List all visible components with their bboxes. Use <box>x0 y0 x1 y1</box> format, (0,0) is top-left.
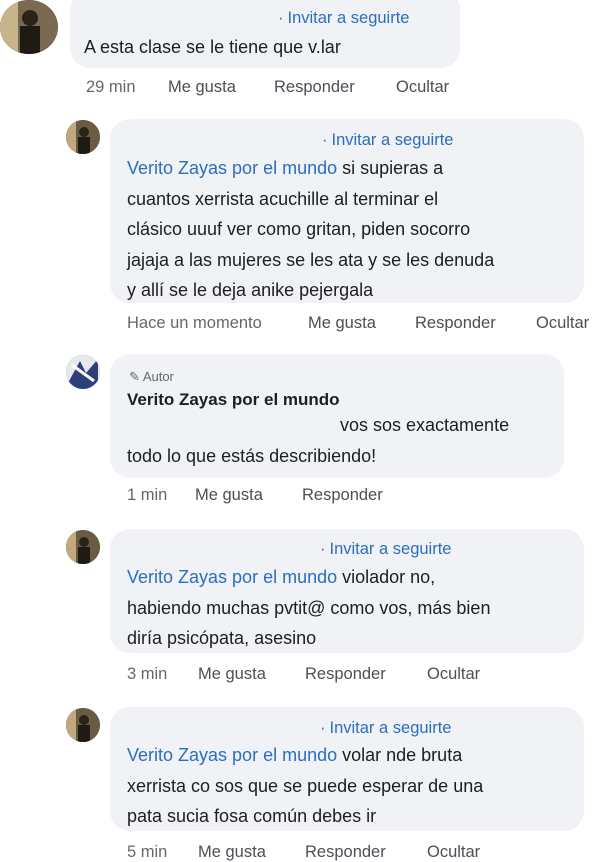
timestamp: 5 min <box>127 843 168 861</box>
hide-button[interactable]: Ocultar <box>427 843 480 862</box>
author-badge: ✎ Autor <box>129 369 174 384</box>
reply-button[interactable]: Responder <box>305 843 386 862</box>
mention-link[interactable]: Verito Zayas por el mundo <box>127 567 337 587</box>
invite-follow-link[interactable]: · Invitar a seguirte <box>320 719 451 738</box>
hide-button[interactable]: Ocultar <box>536 314 589 333</box>
like-button[interactable]: Me gusta <box>308 314 376 333</box>
invite-follow-link[interactable]: · Invitar a seguirte <box>322 131 453 150</box>
comment-text: Verito Zayas por el mundo volar nde brut… <box>127 745 484 826</box>
dot-icon: · <box>278 9 284 27</box>
reply-button[interactable]: Responder <box>274 78 355 97</box>
avatar[interactable] <box>66 120 100 154</box>
hide-button[interactable]: Ocultar <box>427 665 480 684</box>
timestamp: 29 min <box>86 78 136 96</box>
timestamp: 3 min <box>127 665 168 683</box>
like-button[interactable]: Me gusta <box>195 486 263 505</box>
timestamp: Hace un momento <box>127 314 262 332</box>
invite-follow-link[interactable]: · Invitar a seguirte <box>320 540 451 559</box>
dot-icon: · <box>320 719 326 737</box>
like-button[interactable]: Me gusta <box>198 665 266 684</box>
dot-icon: · <box>320 540 326 558</box>
timestamp: 1 min <box>127 486 168 504</box>
like-button[interactable]: Me gusta <box>168 78 236 97</box>
mention-link[interactable]: Verito Zayas por el mundo <box>127 745 337 765</box>
like-button[interactable]: Me gusta <box>198 843 266 862</box>
reply-button[interactable]: Responder <box>305 665 386 684</box>
comment-text: Verito Zayas por el mundo violador no, h… <box>127 567 491 648</box>
comment-text: A esta clase se le tiene que v.lar <box>84 37 341 57</box>
dot-icon: · <box>322 131 328 149</box>
reply-button[interactable]: Responder <box>415 314 496 333</box>
comment-text: vos sos exactamente todo lo que estás de… <box>127 415 510 466</box>
invite-follow-link[interactable]: · Invitar a seguirte <box>278 9 409 28</box>
reply-button[interactable]: Responder <box>302 486 383 505</box>
author-avatar[interactable] <box>66 355 100 389</box>
avatar[interactable] <box>66 530 100 564</box>
avatar[interactable] <box>0 0 58 54</box>
avatar[interactable] <box>66 708 100 742</box>
pencil-icon: ✎ <box>129 369 140 384</box>
mention-link[interactable]: Verito Zayas por el mundo <box>127 158 337 178</box>
hide-button[interactable]: Ocultar <box>396 78 449 97</box>
author-name[interactable]: Verito Zayas por el mundo <box>127 390 340 410</box>
comment-text: Verito Zayas por el mundo si supieras a … <box>127 158 495 300</box>
